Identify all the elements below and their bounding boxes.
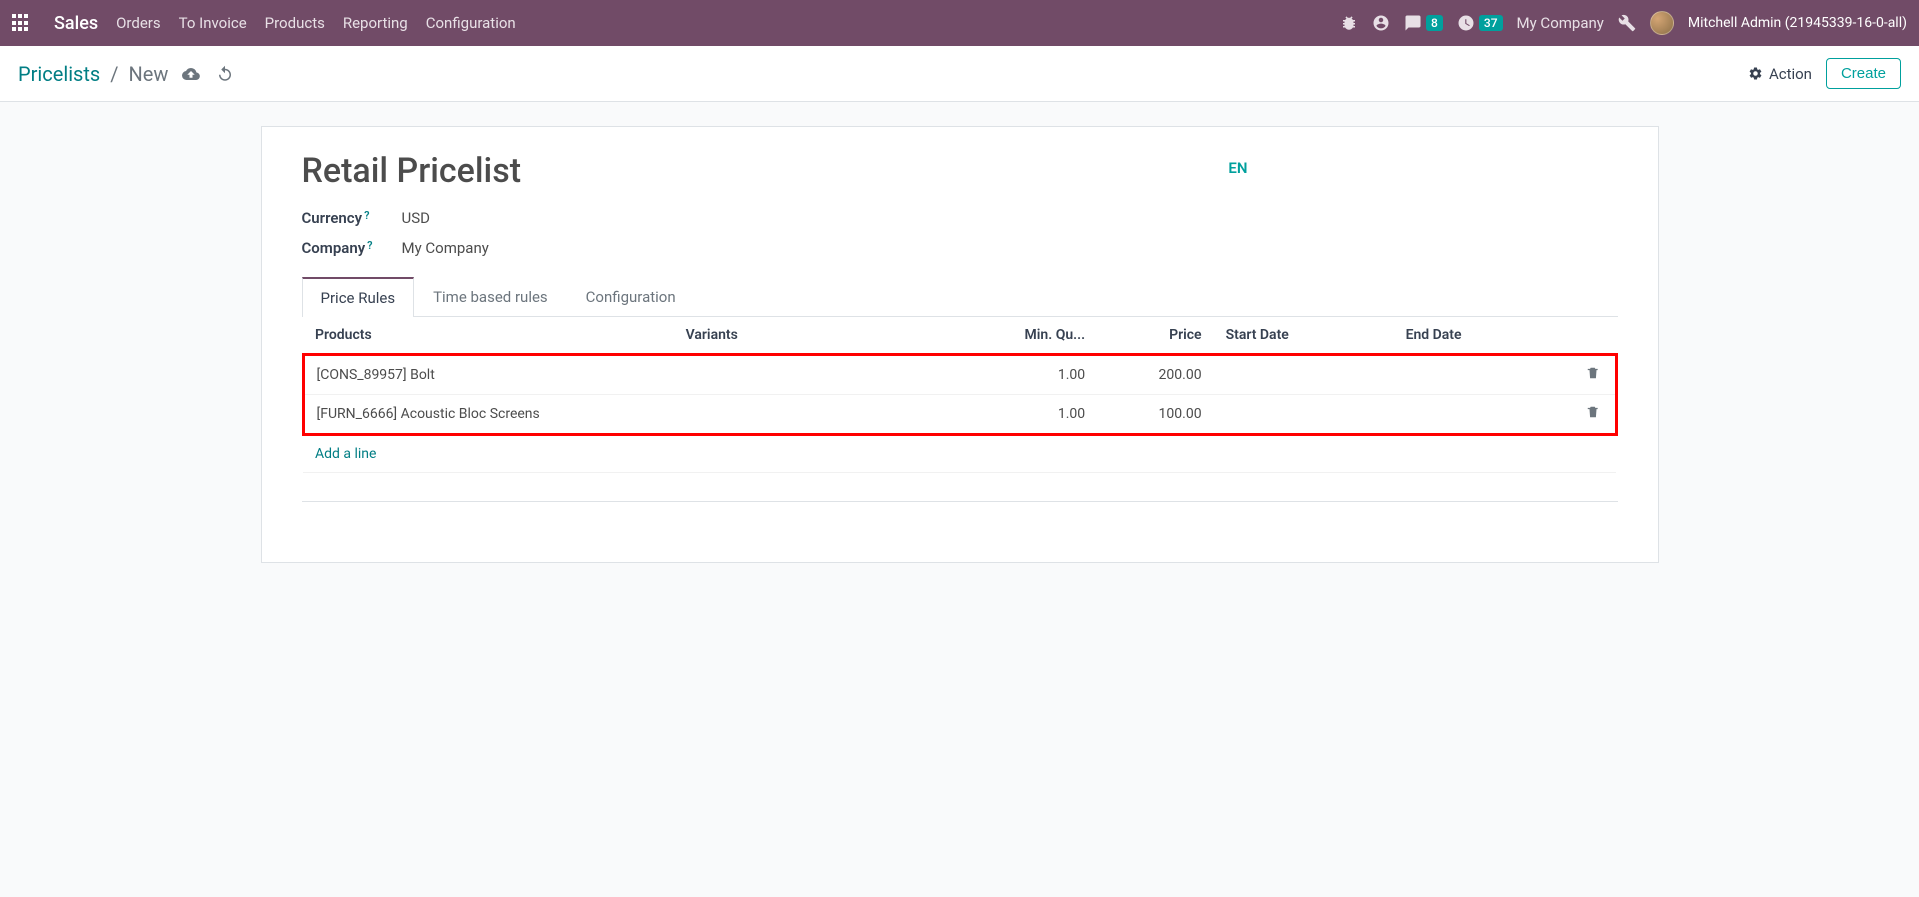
cell-start[interactable] — [1214, 395, 1394, 435]
trash-icon[interactable] — [1586, 405, 1600, 419]
company-label: Company — [302, 239, 366, 257]
cell-variant[interactable] — [674, 395, 970, 435]
cell-min-qty[interactable]: 1.00 — [970, 355, 1097, 395]
cell-end[interactable] — [1394, 355, 1574, 395]
cell-delete — [1574, 395, 1616, 435]
create-button[interactable]: Create — [1826, 58, 1901, 89]
form-sheet: Retail Pricelist EN Currency? USD Compan… — [261, 126, 1659, 563]
company-value[interactable]: My Company — [402, 239, 489, 257]
menu-orders[interactable]: Orders — [116, 14, 161, 32]
col-start-date[interactable]: Start Date — [1214, 317, 1394, 355]
col-price[interactable]: Price — [1097, 317, 1213, 355]
user-name[interactable]: Mitchell Admin (21945339-16-0-all) — [1688, 15, 1907, 31]
support-icon[interactable] — [1372, 14, 1390, 32]
breadcrumb: Pricelists / New — [18, 62, 168, 86]
table-row[interactable]: [FURN_6666] Acoustic Bloc Screens 1.00 1… — [303, 395, 1616, 435]
cell-price[interactable]: 200.00 — [1097, 355, 1213, 395]
breadcrumb-root[interactable]: Pricelists — [18, 62, 100, 86]
col-min-qty[interactable]: Min. Qu... — [970, 317, 1097, 355]
cell-product[interactable]: [CONS_89957] Bolt — [303, 355, 674, 395]
messages-button[interactable]: 8 — [1404, 14, 1443, 32]
trash-icon[interactable] — [1586, 366, 1600, 380]
table-header-row: Products Variants Min. Qu... Price Start… — [303, 317, 1616, 355]
currency-field: Currency? USD — [302, 209, 1618, 227]
apps-icon[interactable] — [12, 14, 30, 32]
col-actions — [1574, 317, 1616, 355]
currency-label: Currency — [302, 209, 363, 227]
activities-button[interactable]: 37 — [1457, 14, 1503, 32]
col-variants[interactable]: Variants — [674, 317, 970, 355]
tab-price-rules[interactable]: Price Rules — [302, 277, 415, 317]
cloud-save-icon[interactable] — [182, 65, 200, 83]
activities-badge: 37 — [1479, 15, 1503, 31]
menu-configuration[interactable]: Configuration — [426, 14, 516, 32]
clock-icon — [1457, 14, 1475, 32]
top-navbar: Sales Orders To Invoice Products Reporti… — [0, 0, 1919, 46]
col-end-date[interactable]: End Date — [1394, 317, 1574, 355]
language-badge[interactable]: EN — [1228, 159, 1247, 177]
cell-price[interactable]: 100.00 — [1097, 395, 1213, 435]
help-icon[interactable]: ? — [367, 239, 372, 252]
company-switcher[interactable]: My Company — [1517, 14, 1604, 32]
add-line-button[interactable]: Add a line — [303, 435, 1616, 473]
menu-products[interactable]: Products — [265, 14, 325, 32]
menu-to-invoice[interactable]: To Invoice — [179, 14, 247, 32]
cell-start[interactable] — [1214, 355, 1394, 395]
avatar[interactable] — [1650, 11, 1674, 35]
breadcrumb-separator: / — [110, 62, 118, 86]
discard-icon[interactable] — [216, 65, 234, 83]
cell-end[interactable] — [1394, 395, 1574, 435]
control-panel: Pricelists / New Action Create — [0, 46, 1919, 102]
tab-time-based[interactable]: Time based rules — [414, 277, 567, 316]
action-button[interactable]: Action — [1748, 65, 1812, 83]
price-rules-table: Products Variants Min. Qu... Price Start… — [302, 317, 1618, 502]
form-container: Retail Pricelist EN Currency? USD Compan… — [0, 102, 1919, 587]
action-label: Action — [1769, 65, 1812, 83]
page-title[interactable]: Retail Pricelist — [302, 151, 1229, 191]
app-brand[interactable]: Sales — [54, 13, 98, 34]
col-products[interactable]: Products — [303, 317, 674, 355]
help-icon[interactable]: ? — [364, 209, 369, 222]
currency-value[interactable]: USD — [402, 209, 430, 227]
tabs: Price Rules Time based rules Configurati… — [302, 277, 1618, 317]
menu-reporting[interactable]: Reporting — [343, 14, 408, 32]
messages-badge: 8 — [1426, 15, 1443, 31]
spacer-row — [303, 473, 1616, 501]
cell-product[interactable]: [FURN_6666] Acoustic Bloc Screens — [303, 395, 674, 435]
gear-icon — [1748, 66, 1763, 81]
company-field: Company? My Company — [302, 239, 1618, 257]
cell-delete — [1574, 355, 1616, 395]
highlighted-rows: [CONS_89957] Bolt 1.00 200.00 [FURN_6666… — [303, 355, 1616, 435]
tab-configuration[interactable]: Configuration — [567, 277, 695, 316]
bug-icon[interactable] — [1340, 14, 1358, 32]
cell-min-qty[interactable]: 1.00 — [970, 395, 1097, 435]
tools-icon[interactable] — [1618, 14, 1636, 32]
add-line-row: Add a line — [303, 435, 1616, 473]
chat-icon — [1404, 14, 1422, 32]
table-row[interactable]: [CONS_89957] Bolt 1.00 200.00 — [303, 355, 1616, 395]
breadcrumb-current: New — [129, 62, 169, 86]
cell-variant[interactable] — [674, 355, 970, 395]
